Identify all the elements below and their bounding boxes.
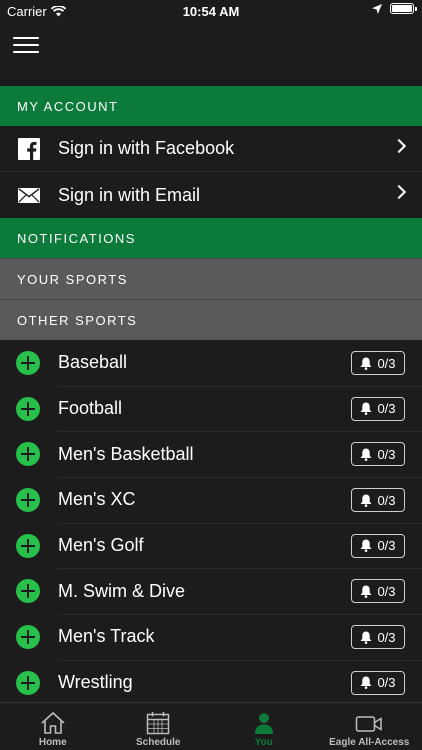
sport-row-mens-track[interactable]: Men's Track 0/3 bbox=[0, 614, 422, 660]
sport-row-mens-basketball[interactable]: Men's Basketball 0/3 bbox=[0, 431, 422, 477]
menu-icon[interactable] bbox=[13, 35, 39, 55]
bell-icon bbox=[360, 448, 372, 461]
sign-in-email-label: Sign in with Email bbox=[58, 184, 201, 205]
bell-icon bbox=[360, 494, 372, 507]
sport-row-baseball[interactable]: Baseball 0/3 bbox=[0, 340, 422, 386]
section-header-other-sports: OTHER SPORTS bbox=[0, 299, 422, 340]
facebook-icon bbox=[18, 137, 40, 160]
section-header-notifications: NOTIFICATIONS bbox=[0, 218, 422, 258]
tab-label: You bbox=[254, 737, 273, 748]
sign-in-facebook-row[interactable]: Sign in with Facebook bbox=[0, 126, 422, 172]
bell-icon bbox=[360, 402, 372, 416]
sport-row-football[interactable]: Football 0/3 bbox=[0, 385, 422, 432]
notification-count: 0/3 bbox=[377, 401, 396, 417]
add-circle-icon[interactable] bbox=[16, 624, 40, 649]
tab-you[interactable]: You bbox=[211, 703, 317, 750]
tab-label: Eagle All-Access bbox=[329, 737, 410, 748]
notification-count: 0/3 bbox=[377, 583, 396, 599]
person-icon bbox=[254, 713, 273, 734]
add-circle-icon[interactable] bbox=[16, 579, 40, 604]
add-circle-icon[interactable] bbox=[16, 396, 40, 421]
notification-count-badge[interactable]: 0/3 bbox=[351, 533, 405, 558]
bell-icon bbox=[360, 539, 372, 553]
tab-bar: Home Schedule You Eagle All-Access bbox=[0, 702, 422, 750]
bell-icon bbox=[360, 676, 372, 690]
notification-count: 0/3 bbox=[377, 355, 396, 371]
battery-icon bbox=[390, 3, 417, 14]
add-circle-icon[interactable] bbox=[16, 487, 40, 512]
bell-icon bbox=[360, 357, 372, 370]
notification-count: 0/3 bbox=[377, 446, 396, 462]
add-circle-icon[interactable] bbox=[16, 670, 40, 695]
add-circle-icon[interactable] bbox=[16, 533, 40, 558]
bell-icon bbox=[360, 631, 372, 644]
sport-row-m-swim-dive[interactable]: M. Swim & Dive 0/3 bbox=[0, 568, 422, 614]
status-bar: Carrier 10:54 AM bbox=[0, 0, 422, 24]
notification-count: 0/3 bbox=[377, 629, 396, 645]
location-arrow-icon bbox=[372, 3, 382, 14]
notification-count-badge[interactable]: 0/3 bbox=[351, 351, 405, 375]
tab-home[interactable]: Home bbox=[0, 703, 106, 750]
home-icon bbox=[41, 711, 65, 734]
sport-row-wrestling[interactable]: Wrestling 0/3 bbox=[0, 659, 422, 706]
video-icon bbox=[356, 716, 382, 732]
tab-eagle-all-access[interactable]: Eagle All-Access bbox=[317, 703, 422, 750]
notification-count-badge[interactable]: 0/3 bbox=[351, 488, 405, 513]
sport-row-mens-golf[interactable]: Men's Golf 0/3 bbox=[0, 522, 422, 569]
section-header-your-sports: YOUR SPORTS bbox=[0, 258, 422, 299]
calendar-icon bbox=[147, 712, 170, 735]
tab-schedule[interactable]: Schedule bbox=[106, 703, 212, 750]
sign-in-email-row[interactable]: Sign in with Email bbox=[0, 172, 422, 218]
notification-count: 0/3 bbox=[377, 538, 396, 554]
clock: 10:54 AM bbox=[182, 4, 240, 19]
tab-label: Home bbox=[38, 737, 67, 748]
notification-count-badge[interactable]: 0/3 bbox=[351, 670, 405, 695]
sign-in-facebook-label: Sign in with Facebook bbox=[58, 138, 235, 158]
section-header-my-account: MY ACCOUNT bbox=[0, 86, 422, 126]
tab-label: Schedule bbox=[136, 737, 181, 748]
notification-count-badge[interactable]: 0/3 bbox=[351, 442, 405, 467]
nav-bar bbox=[0, 24, 422, 86]
notification-count-badge[interactable]: 0/3 bbox=[351, 625, 405, 650]
sports-list: Baseball 0/3 Football 0/3 Men's Basketba… bbox=[0, 340, 422, 706]
notification-count: 0/3 bbox=[377, 492, 396, 508]
notification-count-badge[interactable]: 0/3 bbox=[351, 579, 405, 604]
add-circle-icon[interactable] bbox=[16, 350, 40, 375]
add-circle-icon[interactable] bbox=[16, 442, 40, 467]
bell-icon bbox=[360, 585, 372, 598]
notification-count-badge[interactable]: 0/3 bbox=[351, 396, 405, 421]
envelope-icon bbox=[18, 187, 40, 203]
sport-row-mens-xc[interactable]: Men's XC 0/3 bbox=[0, 477, 422, 523]
notification-count: 0/3 bbox=[377, 675, 396, 691]
